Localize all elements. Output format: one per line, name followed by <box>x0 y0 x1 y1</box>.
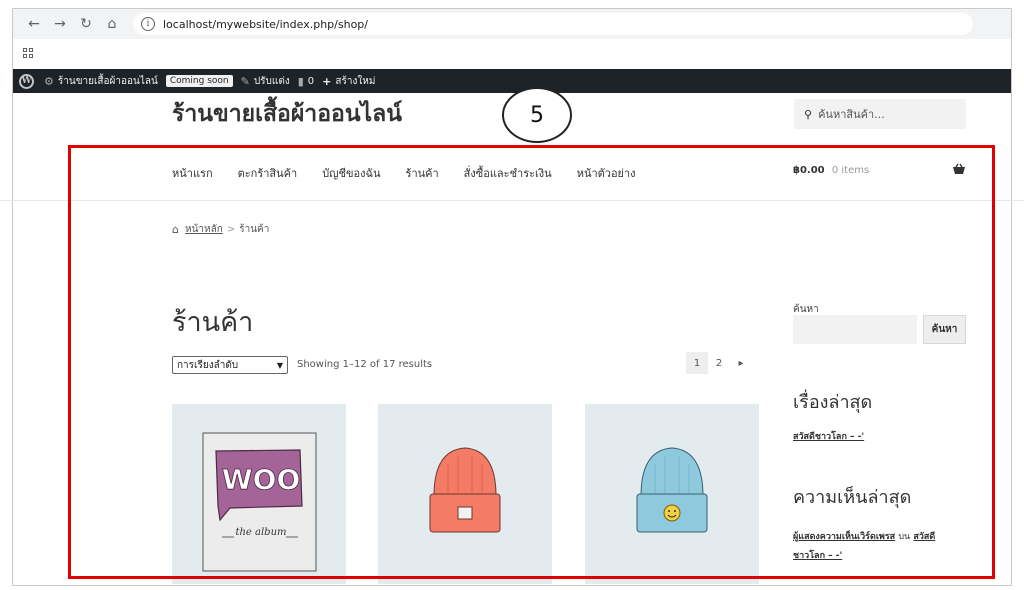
home-icon[interactable]: ⌂ <box>99 12 125 36</box>
product-card[interactable] <box>585 404 759 584</box>
bookmarks-bar <box>13 39 1011 67</box>
product-card[interactable] <box>378 404 552 584</box>
orange-beanie-image <box>429 447 501 533</box>
nav-item-account[interactable]: บัญชีของฉัน <box>322 164 380 182</box>
sort-order-select[interactable]: การเรียงลำดับ ▼ <box>172 356 288 374</box>
album-caption-text: the album <box>235 527 286 538</box>
results-count: Showing 1–12 of 17 results <box>297 359 433 370</box>
comment-bubble-icon: ▮ <box>297 74 304 88</box>
comment-post-link-continued[interactable]: ชาวโลก – -' <box>793 548 842 562</box>
comment-post-link[interactable]: สวัสดี <box>913 532 935 542</box>
nav-item-home[interactable]: หน้าแรก <box>172 164 213 182</box>
search-placeholder: ค้นหาสินค้า... <box>818 108 885 121</box>
site-title[interactable]: ร้านขายเสื้อผ้าออนไลน์ <box>172 96 402 132</box>
primary-navigation: หน้าแรก ตะกร้าสินค้า บัญชีของฉัน ร้านค้า… <box>172 164 661 182</box>
recent-comments-heading: ความเห็นล่าสุด <box>793 487 912 508</box>
forward-icon[interactable]: → <box>47 12 73 36</box>
recent-post-link[interactable]: สวัสดีชาวโลก – -' <box>793 429 864 443</box>
admin-bar-comments[interactable]: ▮ 0 <box>298 75 314 88</box>
breadcrumb-separator: > <box>226 224 236 235</box>
pagination: 1 2 ▸ <box>686 352 752 374</box>
info-icon[interactable]: i <box>141 17 155 31</box>
nav-item-sample-page[interactable]: หน้าตัวอย่าง <box>577 164 636 182</box>
browser-toolbar: ← → ↻ ⌂ i localhost/mywebsite/index.php/… <box>13 9 1011 39</box>
chevron-down-icon: ▼ <box>276 360 283 370</box>
search-icon: ⚲ <box>804 107 813 121</box>
next-page-icon[interactable]: ▸ <box>730 352 752 374</box>
url-text: localhost/mywebsite/index.php/shop/ <box>163 17 368 31</box>
page-2[interactable]: 2 <box>708 352 730 374</box>
wordpress-logo-icon[interactable]: W <box>19 73 34 89</box>
admin-bar-site-name[interactable]: ⚙ ร้านขายเสื้อผ้าออนไลน์ <box>44 74 158 89</box>
blue-beanie-image <box>636 447 708 533</box>
sidebar-search-input[interactable] <box>793 315 917 344</box>
comments-count: 0 <box>307 75 315 87</box>
home-icon: ⌂ <box>172 223 179 236</box>
step-number-annotation: 5 <box>502 87 572 143</box>
new-label: สร้างใหม่ <box>335 75 376 87</box>
sort-selected-value: การเรียงลำดับ <box>177 359 239 371</box>
header-divider <box>0 200 1024 201</box>
breadcrumb-home-link[interactable]: หน้าหลัก <box>185 222 223 237</box>
product-search-input[interactable]: ⚲ ค้นหาสินค้า... <box>794 99 966 129</box>
brush-icon: ✎ <box>240 74 250 88</box>
dashboard-icon: ⚙ <box>44 74 54 88</box>
cart-items-count: 0 items <box>831 165 870 176</box>
recent-posts-heading: เรื่องล่าสุด <box>793 392 873 413</box>
nav-item-checkout[interactable]: สั่งซื้อและชำระเงิน <box>464 164 552 182</box>
customize-label: ปรับแต่ง <box>253 75 290 87</box>
woo-logo-text: WOO <box>222 463 301 496</box>
page-title: ร้านค้า <box>172 307 254 338</box>
recent-comment-entry: ผู้แสดงความเห็นเวิร์ดเพรส บน สวัสดี <box>793 529 935 543</box>
back-icon[interactable]: ← <box>21 12 47 36</box>
site-name-label: ร้านขายเสื้อผ้าออนไลน์ <box>57 75 158 87</box>
comment-author-link[interactable]: ผู้แสดงความเห็นเวิร์ดเพรส <box>793 532 895 542</box>
woo-album-image: WOO the album <box>202 432 317 572</box>
product-card[interactable]: WOO the album <box>172 404 346 584</box>
admin-bar-customize[interactable]: ✎ ปรับแต่ง <box>241 74 290 89</box>
sidebar-search-button[interactable]: ค้นหา <box>923 315 966 344</box>
wp-admin-bar: W ⚙ ร้านขายเสื้อผ้าออนไลน์ Coming soon ✎… <box>13 69 1011 93</box>
page-1[interactable]: 1 <box>686 352 708 374</box>
apps-grid-icon[interactable] <box>23 47 34 59</box>
cart-amount: ฿0.00 <box>793 165 825 176</box>
address-bar[interactable]: i localhost/mywebsite/index.php/shop/ <box>133 13 973 35</box>
breadcrumb-current: ร้านค้า <box>239 224 270 235</box>
comment-on-text: บน <box>898 532 911 542</box>
coming-soon-badge[interactable]: Coming soon <box>165 75 233 87</box>
basket-icon[interactable] <box>952 163 966 178</box>
breadcrumb: ⌂ หน้าหลัก > ร้านค้า <box>172 222 269 237</box>
admin-bar-new[interactable]: + สร้างใหม่ <box>322 74 375 89</box>
plus-icon: + <box>322 74 332 88</box>
nav-item-cart[interactable]: ตะกร้าสินค้า <box>238 164 298 182</box>
cart-summary[interactable]: ฿0.00 0 items <box>793 165 869 176</box>
nav-item-shop[interactable]: ร้านค้า <box>406 164 439 182</box>
reload-icon[interactable]: ↻ <box>73 12 99 36</box>
